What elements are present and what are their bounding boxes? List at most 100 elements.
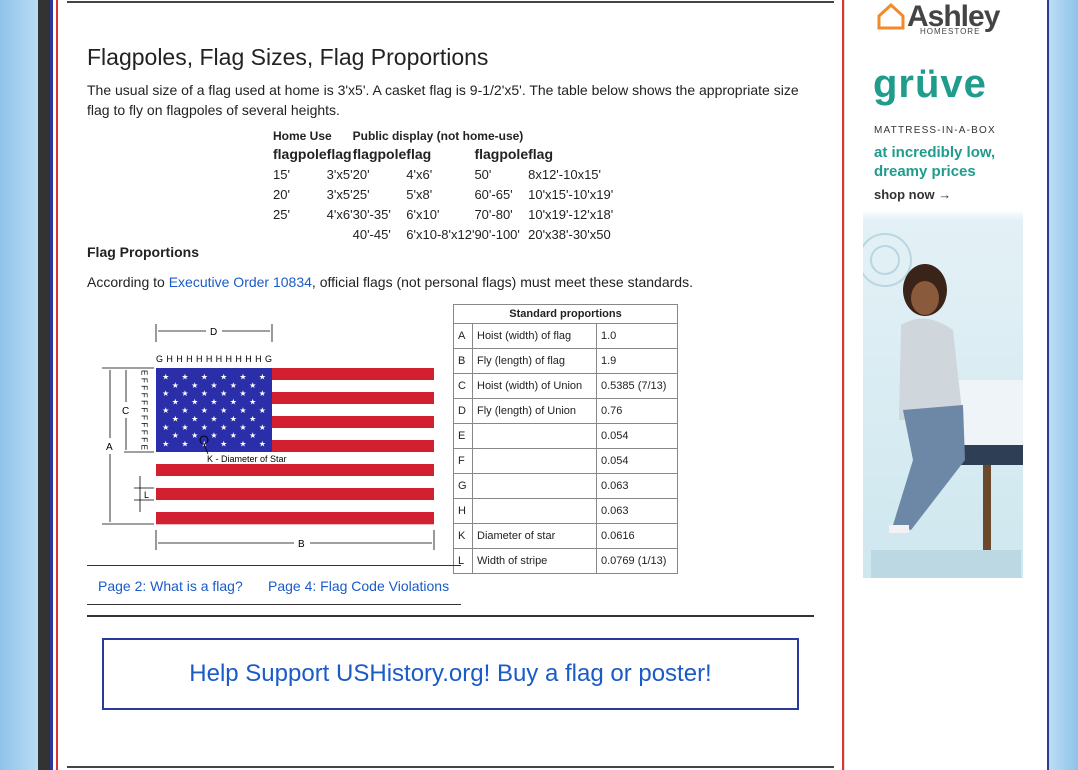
flag-star: ★ (239, 423, 246, 432)
executive-order-text: According to Executive Order 10834, offi… (87, 274, 693, 290)
flag-star: ★ (181, 372, 188, 381)
table-row: 15' 3'x5' 20' 4'x6' 50' 8x12'-10x15' (273, 164, 613, 184)
table-row: D Fly (length) of Union 0.76 (453, 398, 678, 424)
table-row: C Hoist (width) of Union 0.5385 (7/13) (453, 373, 678, 399)
ad-brand-sub: HOMESTORE (920, 27, 981, 36)
dimension-e-f-ticks: EFFFFFFFFFE (140, 370, 149, 450)
flag-star: ★ (201, 389, 208, 398)
flag-star: ★ (220, 406, 227, 415)
table-row: L Width of stripe 0.0769 (1/13) (453, 548, 678, 574)
prev-page-link[interactable]: Page 2: What is a flag? (98, 578, 243, 594)
table-cell: 70'-80' (474, 206, 513, 222)
proportion-value: 0.054 (596, 448, 678, 474)
flag-star: ★ (210, 414, 217, 423)
flag-star: ★ (172, 431, 179, 440)
flag-star: ★ (230, 381, 237, 390)
flag-stripe (156, 500, 434, 513)
eo-text-after: , official flags (not personal flags) mu… (311, 274, 693, 290)
table-row: 40'-45' 6'x10-8'x12' 90'-100' 20'x38'-30… (273, 224, 613, 244)
ad-cta[interactable]: shop now → (874, 187, 951, 202)
table-cell: 3'x5' (326, 166, 353, 182)
flag-star: ★ (249, 431, 256, 440)
support-banner: Help Support USHistory.org! Buy a flag o… (102, 638, 799, 710)
support-link[interactable]: Help Support USHistory.org! Buy a flag o… (189, 660, 711, 688)
flag-star: ★ (220, 423, 227, 432)
dimension-d-label: D (210, 327, 217, 338)
star-diameter-label: K - Diameter of Star (207, 454, 287, 464)
proportion-desc (472, 473, 597, 499)
column-header: flag (406, 146, 432, 162)
column-header: flagpole (273, 146, 327, 162)
flag-star: ★ (191, 398, 198, 407)
flag-star: ★ (191, 381, 198, 390)
flag-star: ★ (172, 398, 179, 407)
proportion-desc: Width of stripe (472, 548, 597, 574)
page-frame-dark (38, 0, 50, 770)
proportion-desc: Hoist (width) of flag (472, 323, 597, 349)
table-cell: 20' (352, 166, 370, 182)
table-cell: 25' (352, 186, 370, 202)
table-cell: 20'x38'-30'x50 (528, 226, 611, 242)
proportion-key: K (453, 523, 473, 549)
flag-star: ★ (172, 381, 179, 390)
proportion-key: C (453, 373, 473, 399)
column-header: flagpole (474, 146, 529, 162)
table-cell: 30'-35' (352, 206, 391, 222)
table-cell: 8x12'-10x15' (528, 166, 602, 182)
flag-size-table: Home Use Public display (not home-use) f… (273, 128, 613, 244)
next-page-link[interactable]: Page 4: Flag Code Violations (268, 578, 449, 594)
proportion-key: F (453, 448, 473, 474)
home-logo-icon (877, 2, 905, 30)
flag-star: ★ (162, 423, 169, 432)
table-cell: 50' (474, 166, 492, 182)
flag-star: ★ (259, 389, 266, 398)
flag-star: ★ (239, 440, 246, 449)
flag-star: ★ (201, 406, 208, 415)
flag-star: ★ (210, 398, 217, 407)
flag-star: ★ (181, 440, 188, 449)
table-cell (273, 224, 327, 244)
proportion-desc: Fly (length) of flag (472, 348, 597, 374)
dimension-l-label: L (144, 490, 149, 500)
flag-star: ★ (162, 389, 169, 398)
table-row: 25' 4'x6' 30'-35' 6'x10' 70'-80' 10'x19'… (273, 204, 613, 224)
ad-promo: at incredibly low, dreamy prices (874, 144, 996, 180)
column-header: flag (528, 146, 553, 162)
proportion-desc (472, 423, 597, 449)
flag-star: ★ (239, 406, 246, 415)
size-table-header-row: flagpole flag flagpole flag flagpole fla… (273, 144, 613, 164)
table-cell: 20' (273, 186, 290, 202)
flag-stripe (156, 512, 434, 525)
proportion-value: 0.0769 (1/13) (596, 548, 678, 574)
dimension-b-label: B (298, 539, 305, 550)
table-cell: 15' (273, 166, 290, 182)
flag-proportion-diagram: ★ ★ ★ ★ ★ ★★ ★ ★ ★ ★★ ★ ★ ★ ★ ★★ ★ ★ ★ ★★ ★ ★ ★ ★ ★★ ★ ★ ★ ★★ ★ ★ ★ ★ ★★… (102, 324, 435, 550)
proportion-value: 1.0 (596, 323, 678, 349)
flag-star: ★ (201, 372, 208, 381)
flag-star: ★ (230, 431, 237, 440)
eo-text-before: According to (87, 274, 169, 290)
ad-photo (863, 233, 1023, 578)
flag-stripe (156, 488, 434, 501)
flag-star: ★ (249, 381, 256, 390)
public-display-header: Public display (not home-use) (352, 129, 524, 143)
flag-star: ★ (249, 414, 256, 423)
proportion-value: 1.9 (596, 348, 678, 374)
proportion-desc: Fly (length) of Union (472, 398, 597, 424)
ad-tagline: MATTRESS-IN-A-BOX (874, 125, 996, 136)
flag-star: ★ (249, 398, 256, 407)
table-row: H 0.063 (453, 498, 678, 524)
table-cell: 10'x19'-12'x18' (528, 206, 614, 222)
table-cell: 40'-45' (352, 226, 391, 242)
table-cell: 60'-65' (474, 186, 513, 202)
table-cell (327, 224, 353, 244)
proportion-desc: Hoist (width) of Union (472, 373, 597, 399)
proportion-value: 0.5385 (7/13) (596, 373, 678, 399)
table-row: K Diameter of star 0.0616 (453, 523, 678, 549)
ad-product: grüve (873, 62, 987, 106)
table-cell: 10'x15'-10'x19' (528, 186, 614, 202)
executive-order-link[interactable]: Executive Order 10834 (169, 274, 312, 290)
flag-star: ★ (239, 389, 246, 398)
advertisement[interactable]: Ashley HOMESTORE grüve MATTRESS-IN-A-BOX… (863, 0, 1023, 578)
flag-star: ★ (162, 406, 169, 415)
